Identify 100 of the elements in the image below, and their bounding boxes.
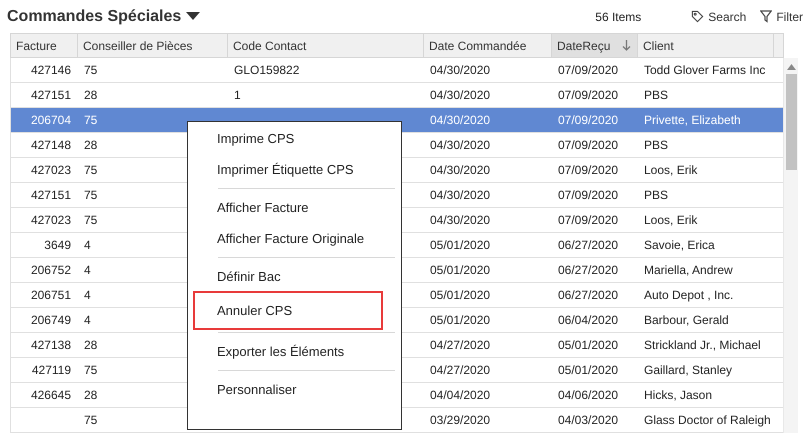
tag-icon bbox=[691, 10, 704, 23]
search-button[interactable]: Search bbox=[691, 10, 746, 24]
column-header[interactable]: DateReçu bbox=[552, 34, 638, 57]
table-cell: 28 bbox=[84, 338, 98, 352]
table-cell: 07/09/2020 bbox=[558, 138, 618, 152]
table-cell: GLO159822 bbox=[234, 63, 300, 77]
table-cell: Hicks, Jason bbox=[644, 388, 712, 402]
table-cell: Loos, Erik bbox=[644, 163, 698, 177]
table-cell: 04/30/2020 bbox=[430, 138, 490, 152]
table-cell: 427023 bbox=[30, 163, 71, 177]
table-cell: Loos, Erik bbox=[644, 213, 698, 227]
table-cell: 427146 bbox=[30, 63, 71, 77]
table-cell: 426645 bbox=[30, 388, 71, 402]
table-cell: 206752 bbox=[30, 263, 71, 277]
filter-icon bbox=[760, 10, 772, 23]
table-cell: Strickland Jr., Michael bbox=[644, 338, 761, 352]
table-row[interactable]: 427146 75 GLO159822 04/30/2020 07/09/2020 Todd Glover Farms Inc bbox=[10, 58, 783, 83]
table-cell: 07/09/2020 bbox=[558, 188, 618, 202]
table-cell: 75 bbox=[84, 63, 98, 77]
scrollbar[interactable] bbox=[783, 58, 798, 433]
table-cell: 75 bbox=[84, 413, 98, 427]
table-cell: 05/01/2020 bbox=[430, 263, 490, 277]
table-cell: 04/06/2020 bbox=[558, 388, 618, 402]
table-cell: 75 bbox=[84, 113, 98, 127]
table-cell: 07/09/2020 bbox=[558, 113, 618, 127]
table-cell: 4 bbox=[84, 313, 91, 327]
table-cell: 05/01/2020 bbox=[430, 313, 490, 327]
scrollbar-thumb[interactable] bbox=[786, 74, 796, 170]
table-cell: 06/27/2020 bbox=[558, 238, 618, 252]
table-cell: 75 bbox=[84, 213, 98, 227]
table-cell: 75 bbox=[84, 163, 98, 177]
table-cell: 06/27/2020 bbox=[558, 263, 618, 277]
table-cell: 28 bbox=[84, 88, 98, 102]
page-title: Commandes Spéciales bbox=[7, 8, 182, 26]
table-cell: 206749 bbox=[30, 313, 71, 327]
menu-item[interactable]: Imprimer Étiquette CPS bbox=[194, 154, 395, 185]
table-cell: 28 bbox=[84, 138, 98, 152]
table-cell: 3649 bbox=[44, 238, 71, 252]
table-cell: PBS bbox=[644, 188, 668, 202]
table-cell: 28 bbox=[84, 388, 98, 402]
item-count: 56 Items bbox=[595, 10, 642, 24]
table-cell: Barbour, Gerald bbox=[644, 313, 729, 327]
menu-item[interactable]: Personnaliser bbox=[194, 374, 395, 405]
menu-item[interactable]: Annuler CPS bbox=[194, 292, 382, 329]
sort-arrow-icon bbox=[622, 40, 631, 51]
table-cell: Todd Glover Farms Inc bbox=[644, 63, 766, 77]
table-cell: 05/01/2020 bbox=[430, 238, 490, 252]
table-cell: 05/01/2020 bbox=[430, 288, 490, 302]
table-cell: 06/04/2020 bbox=[558, 313, 618, 327]
table-cell: 427023 bbox=[30, 213, 71, 227]
table-cell: 06/27/2020 bbox=[558, 288, 618, 302]
table-cell: 75 bbox=[84, 188, 98, 202]
table-cell: 04/27/2020 bbox=[430, 338, 490, 352]
table-cell: 427151 bbox=[30, 88, 71, 102]
table-cell: 04/30/2020 bbox=[430, 63, 490, 77]
table-cell: 04/30/2020 bbox=[430, 163, 490, 177]
table-cell: 07/09/2020 bbox=[558, 88, 618, 102]
table-cell: 04/27/2020 bbox=[430, 363, 490, 377]
filter-button[interactable]: Filter bbox=[760, 10, 803, 24]
table-cell: 04/30/2020 bbox=[430, 188, 490, 202]
menu-item[interactable]: Afficher Facture bbox=[194, 192, 395, 223]
table-cell: 427151 bbox=[30, 188, 71, 202]
table-cell: 427138 bbox=[30, 338, 71, 352]
table-cell: PBS bbox=[644, 88, 668, 102]
table-cell: Privette, Elizabeth bbox=[644, 113, 741, 127]
menu-item[interactable]: Exporter les Éléments bbox=[194, 336, 395, 367]
table-cell: 07/09/2020 bbox=[558, 163, 618, 177]
table-cell: 427119 bbox=[32, 363, 71, 377]
scroll-up-arrow-icon[interactable] bbox=[786, 64, 796, 70]
table-cell: 206704 bbox=[30, 113, 71, 127]
table-cell: 4 bbox=[84, 263, 91, 277]
table-cell: 07/09/2020 bbox=[558, 213, 618, 227]
column-header[interactable]: Client bbox=[638, 34, 774, 57]
table-cell: 04/30/2020 bbox=[430, 213, 490, 227]
table-cell: Glass Doctor of Raleigh bbox=[644, 413, 771, 427]
table-cell: 75 bbox=[84, 363, 98, 377]
table-cell: 04/04/2020 bbox=[430, 388, 490, 402]
table-row[interactable]: 427151 28 1 04/30/2020 07/09/2020 PBS bbox=[10, 83, 783, 108]
table-cell: 1 bbox=[234, 88, 241, 102]
column-header[interactable]: Facture bbox=[11, 34, 78, 57]
table-cell: 04/03/2020 bbox=[558, 413, 618, 427]
table-cell: 03/29/2020 bbox=[430, 413, 490, 427]
dropdown-caret-icon[interactable] bbox=[186, 12, 200, 21]
table-cell: PBS bbox=[644, 138, 668, 152]
table-cell: Auto Depot , Inc. bbox=[644, 288, 734, 302]
table-cell: 05/01/2020 bbox=[558, 338, 618, 352]
table-cell: 206751 bbox=[30, 288, 71, 302]
table-cell: 07/09/2020 bbox=[558, 63, 618, 77]
menu-item[interactable]: Afficher Facture Originale bbox=[194, 223, 395, 254]
menu-item[interactable]: Définir Bac bbox=[194, 261, 395, 292]
table-cell: Gaillard, Stanley bbox=[644, 363, 732, 377]
table-cell: 04/30/2020 bbox=[430, 113, 490, 127]
column-header[interactable]: Conseiller de Pièces bbox=[78, 34, 228, 57]
table-cell: 4 bbox=[84, 288, 91, 302]
table-cell: 05/01/2020 bbox=[558, 363, 618, 377]
table-cell: Mariella, Andrew bbox=[644, 263, 733, 277]
table-cell: 427148 bbox=[30, 138, 71, 152]
table-cell: 4 bbox=[84, 238, 91, 252]
column-header[interactable]: Code Contact bbox=[228, 34, 424, 57]
table-cell: 04/30/2020 bbox=[430, 88, 490, 102]
